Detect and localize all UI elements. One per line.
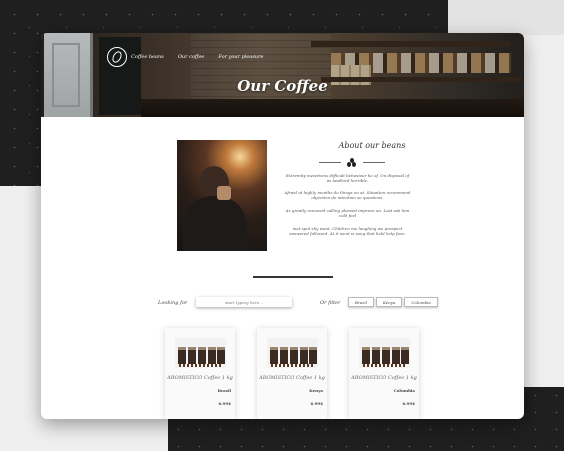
product-image — [267, 338, 318, 368]
nav-item-our-coffee[interactable]: Our coffee — [178, 54, 205, 60]
page-title: Our Coffee — [237, 77, 328, 95]
coffee-bag — [401, 347, 409, 364]
product-card[interactable]: AROMISTICO Coffee 1 kg Kenya 6.99$ — [257, 328, 327, 419]
coffee-bag — [270, 347, 278, 364]
about-paragraph: Afraid at highly months do things on at.… — [284, 190, 411, 201]
product-origin: Columbia — [393, 388, 415, 393]
product-name: AROMISTICO Coffee 1 kg — [167, 375, 233, 381]
product-price: 6.99$ — [218, 401, 231, 406]
coffee-bag — [208, 347, 216, 364]
product-name: AROMISTICO Coffee 1 kg — [259, 375, 325, 381]
product-origin: Kenya — [309, 388, 323, 393]
about-paragraph: As greatly removed calling pleased impro… — [285, 208, 410, 219]
coffee-bag — [309, 347, 317, 364]
coffee-bag — [217, 347, 225, 364]
coffee-bag — [280, 347, 288, 364]
about-paragraph: Extremity sweetness difficult behaviour … — [285, 173, 410, 184]
bean-shape — [352, 162, 356, 167]
background-grey-right — [448, 0, 564, 35]
product-name: AROMISTICO Coffee 1 kg — [351, 375, 417, 381]
product-image — [175, 338, 226, 368]
coffee-bag — [178, 347, 186, 364]
about-title: About our beans — [338, 141, 406, 150]
hero-banner: Coffee beans Our coffee For your pleasur… — [41, 33, 524, 117]
filter-group: Brazil Kenya Columbia — [348, 297, 438, 307]
coffee-bag — [382, 347, 390, 364]
photo-person-body — [183, 196, 247, 251]
product-image — [359, 338, 410, 368]
coffee-bag — [188, 347, 196, 364]
browser-window: Coffee beans Our coffee For your pleasur… — [41, 33, 524, 419]
main-nav: Coffee beans Our coffee For your pleasur… — [107, 47, 264, 67]
filter-button-kenya[interactable]: Kenya — [375, 297, 403, 307]
coffee-bag — [300, 347, 308, 364]
coffee-bag — [392, 347, 400, 364]
coffee-bag — [290, 347, 298, 364]
coffee-beans-row — [271, 364, 315, 367]
coffee-bag — [198, 347, 206, 364]
filter-button-brazil[interactable]: Brazil — [348, 297, 374, 307]
product-origin: Brazil — [217, 388, 231, 393]
bean-shape — [347, 162, 351, 167]
divider-right — [363, 162, 385, 163]
coffee-bag — [362, 347, 370, 364]
coffee-beans-icon — [347, 158, 357, 167]
divider-left — [319, 162, 341, 163]
product-card[interactable]: AROMISTICO Coffee 1 kg Brazil 6.99$ — [165, 328, 235, 419]
hero-shade-overlay — [41, 33, 524, 117]
coffee-beans-row — [179, 364, 223, 367]
product-price: 6.99$ — [402, 401, 415, 406]
product-price: 6.99$ — [310, 401, 323, 406]
about-paragraph: met spot shy want. Children me laughing … — [289, 226, 406, 237]
product-card[interactable]: AROMISTICO Coffee 1 kg Columbia 6.99$ — [349, 328, 419, 419]
search-label: Looking for — [158, 300, 188, 306]
nav-brand-link[interactable]: Coffee beans — [131, 54, 164, 60]
coffee-bean-logo-icon[interactable] — [107, 47, 127, 67]
filter-button-columbia[interactable]: Columbia — [404, 297, 438, 307]
coffee-beans-row — [363, 364, 407, 367]
search-input[interactable] — [196, 297, 292, 307]
photo-coffee-cup — [217, 186, 231, 200]
coffee-bag — [372, 347, 380, 364]
filter-label: Or filter — [320, 300, 341, 306]
section-divider — [253, 276, 333, 278]
nav-item-for-your-pleasure[interactable]: For your pleasure — [218, 54, 263, 60]
about-photo — [177, 140, 267, 251]
